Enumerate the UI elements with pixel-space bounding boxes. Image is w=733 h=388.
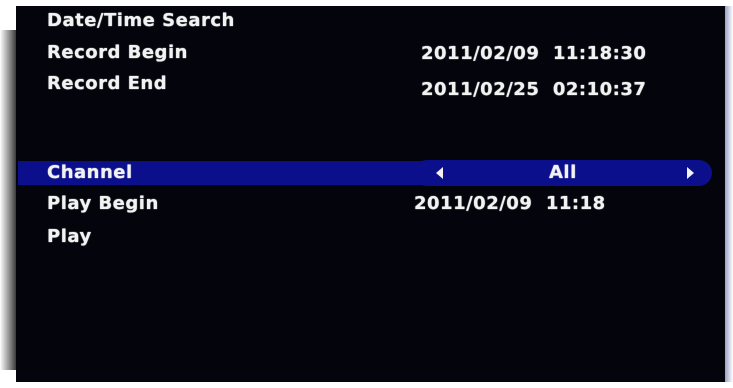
arrow-left-icon[interactable] <box>436 167 443 179</box>
search-menu-panel: Date/Time Search Record Begin 2011/02/09… <box>16 6 725 382</box>
dvr-screen-frame: Date/Time Search Record Begin 2011/02/09… <box>0 0 733 388</box>
channel-label: Channel <box>47 162 133 183</box>
arrow-right-icon[interactable] <box>687 167 694 179</box>
screen-right-edge <box>725 6 733 382</box>
record-end-value: 2011/02/25 02:10:37 <box>421 79 647 100</box>
record-begin-label: Record Begin <box>47 42 188 63</box>
channel-value: All <box>549 162 577 183</box>
play-begin-label[interactable]: Play Begin <box>47 193 159 215</box>
play-menu-item[interactable]: Play <box>47 226 92 248</box>
play-begin-value[interactable]: 2011/02/09 11:18 <box>414 193 606 215</box>
record-begin-value: 2011/02/09 11:18:30 <box>421 43 647 64</box>
record-end-label: Record End <box>47 73 168 94</box>
menu-title: Date/Time Search <box>47 10 235 31</box>
screen-left-edge <box>0 30 16 370</box>
